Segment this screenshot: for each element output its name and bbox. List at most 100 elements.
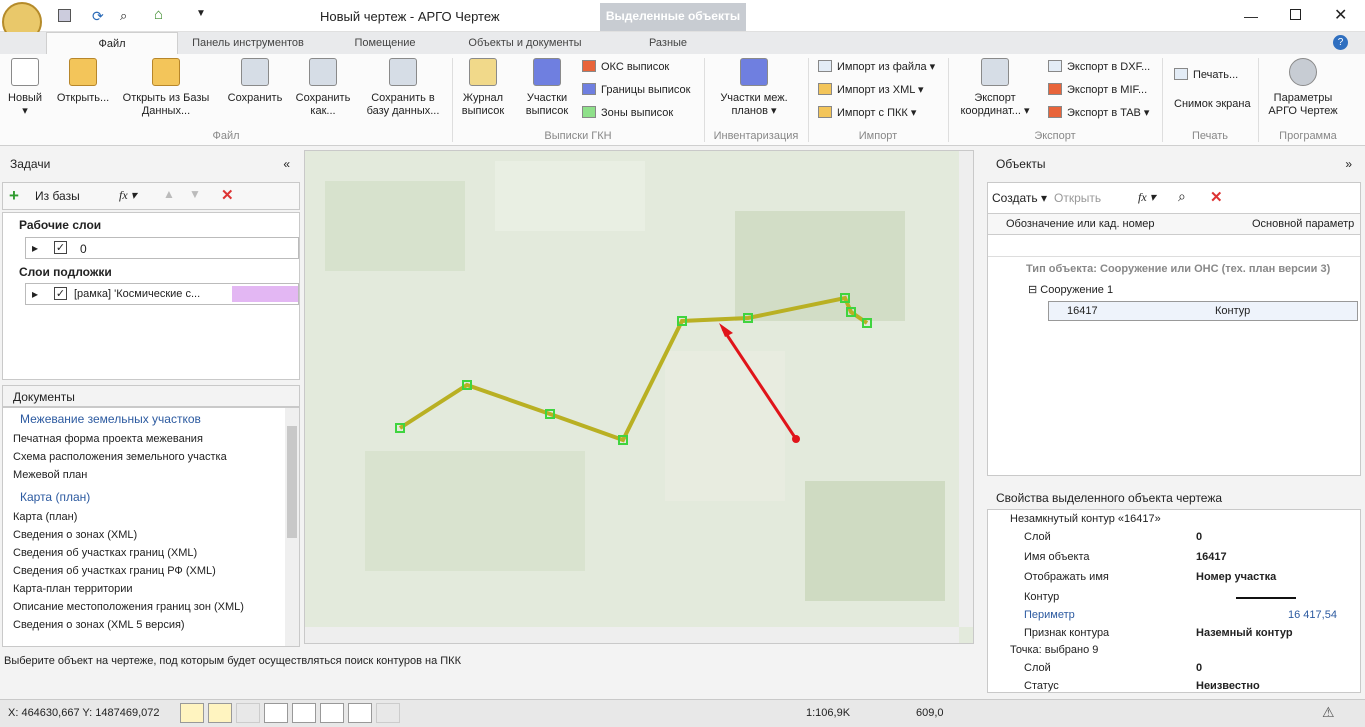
work-layers-title: Рабочие слои — [19, 218, 102, 232]
documents-scrollbar[interactable] — [285, 408, 299, 646]
parcels-button[interactable]: Участки выписок — [516, 54, 578, 118]
open-db-button[interactable]: Открыть из Базы Данных... — [120, 54, 212, 118]
snap-icon[interactable] — [376, 703, 400, 723]
bounds-button[interactable]: Границы выписок — [582, 83, 690, 96]
snap-icon[interactable] — [292, 703, 316, 723]
prop-value[interactable]: Номер участка — [1196, 571, 1276, 583]
map-vscrollbar[interactable] — [959, 151, 974, 627]
close-icon[interactable]: ✕ — [1334, 5, 1347, 25]
column-designation[interactable]: Обозначение или кад. номер — [1006, 218, 1155, 230]
save-button[interactable]: Сохранить — [224, 54, 286, 105]
doc-item[interactable]: Карта (план) — [13, 511, 77, 523]
map-canvas[interactable] — [304, 150, 974, 644]
column-main-param[interactable]: Основной параметр — [1252, 218, 1354, 230]
snap-icon[interactable] — [348, 703, 372, 723]
export-tab-button[interactable]: Экспорт в TAB ▾ — [1048, 106, 1149, 119]
refresh-icon[interactable]: ⟳ — [92, 8, 104, 25]
layer-color-swatch[interactable] — [232, 286, 298, 302]
prop-value[interactable]: Наземный контур — [1196, 627, 1293, 639]
snap-icon[interactable] — [320, 703, 344, 723]
from-db-button[interactable]: Из базы — [35, 189, 80, 203]
maximize-icon[interactable] — [1290, 9, 1301, 20]
doc-item[interactable]: Печатная форма проекта межевания — [13, 433, 203, 445]
open-button[interactable]: Открыть... — [50, 54, 116, 105]
prop-value[interactable]: 16417 — [1196, 551, 1227, 563]
qat-dropdown-icon[interactable]: ▼ — [196, 8, 206, 19]
prop-value[interactable]: 0 — [1196, 531, 1202, 543]
up-icon[interactable]: ▲ — [163, 187, 175, 201]
map-svg[interactable] — [305, 151, 974, 644]
prop-value[interactable]: 0 — [1196, 662, 1202, 674]
print-button[interactable]: Печать... — [1174, 68, 1238, 81]
create-button[interactable]: Создать ▾ — [992, 191, 1047, 205]
snap-icon[interactable] — [208, 703, 232, 723]
prop-name: Статус — [1024, 680, 1059, 692]
snap-icon[interactable] — [236, 703, 260, 723]
down-icon[interactable]: ▼ — [189, 187, 201, 201]
tab-misc[interactable]: Разные — [630, 32, 706, 54]
structure-row[interactable]: ⊟ Сооружение 1 — [1028, 283, 1113, 296]
snap-icon[interactable] — [180, 703, 204, 723]
tab-file[interactable]: Файл — [46, 32, 178, 54]
collapse-left-icon[interactable]: « — [283, 150, 290, 178]
oks-button[interactable]: ОКС выписок — [582, 60, 669, 73]
doc-item[interactable]: Описание местоположения границ зон (XML) — [13, 601, 244, 613]
floppy-db-icon — [389, 58, 417, 86]
zoom-icon[interactable]: ⌕ — [120, 8, 127, 24]
work-layer-row[interactable]: ▸ ✓ 0 — [25, 237, 299, 259]
minimize-icon[interactable]: — — [1244, 8, 1258, 24]
doc-item[interactable]: Сведения о зонах (XML) — [13, 529, 137, 541]
export-dxf-button[interactable]: Экспорт в DXF... — [1048, 60, 1150, 73]
collapse-right-icon[interactable]: » — [1345, 150, 1352, 178]
save-db-button[interactable]: Сохранить в базу данных... — [360, 54, 446, 118]
open-object-button[interactable]: Открыть — [1054, 191, 1101, 205]
inventory-plans-button[interactable]: Участки меж. планов ▾ — [708, 54, 800, 118]
delete-icon[interactable]: ✕ — [221, 186, 234, 204]
params-button[interactable]: Параметры АРГО Чертеж — [1262, 54, 1344, 118]
snap-icon[interactable] — [264, 703, 288, 723]
doc-item[interactable]: Карта-план территории — [13, 583, 133, 595]
delete-icon[interactable]: ✕ — [1210, 188, 1223, 206]
import-xml-button[interactable]: Импорт из XML ▾ — [818, 83, 924, 96]
journal-button[interactable]: Журнал выписок — [456, 54, 510, 118]
checkbox[interactable]: ✓ — [54, 287, 67, 300]
fx-button[interactable]: fx ▾ — [1138, 190, 1156, 205]
screenshot-button[interactable]: Снимок экрана — [1174, 98, 1251, 110]
home-icon[interactable]: ⌂ — [154, 6, 163, 23]
prop-value[interactable]: 16 417,54 — [1288, 609, 1337, 621]
doc-item[interactable]: Межевой план — [13, 469, 87, 481]
tab-objects-docs[interactable]: Объекты и документы — [450, 32, 600, 54]
search-icon[interactable]: ⌕ — [1178, 188, 1186, 205]
contour-line-sample[interactable] — [1236, 597, 1296, 599]
map-hscrollbar[interactable] — [305, 627, 959, 644]
tab-room[interactable]: Помещение — [340, 32, 430, 54]
import-pkk-button[interactable]: Импорт с ПКК ▾ — [818, 106, 916, 119]
journal-icon — [469, 58, 497, 86]
prop-value[interactable]: Неизвестно — [1196, 680, 1260, 692]
doc-item[interactable]: Схема расположения земельного участка — [13, 451, 227, 463]
add-icon[interactable]: + — [9, 186, 19, 206]
context-tab-selected-objects[interactable]: Выделенные объекты — [600, 3, 746, 31]
doc-item[interactable]: Сведения о зонах (XML 5 версия) — [13, 619, 185, 631]
base-layer-row[interactable]: ▸ ✓ [рамка] 'Космические с... — [25, 283, 299, 305]
selected-object-row[interactable]: 16417 Контур — [1048, 301, 1358, 321]
fx-button[interactable]: fx ▾ — [119, 188, 137, 203]
filter-row[interactable] — [988, 235, 1360, 257]
new-button[interactable]: Новый ▾ — [4, 54, 46, 118]
group-row[interactable]: Тип объекта: Сооружение или ОНС (тех. пл… — [1026, 263, 1330, 275]
export-mif-button[interactable]: Экспорт в MIF... — [1048, 83, 1147, 96]
help-icon[interactable]: ? — [1333, 35, 1348, 50]
save-quick-icon[interactable] — [58, 9, 71, 22]
prop-name: Слой — [1024, 531, 1051, 543]
doc-item[interactable]: Сведения об участках границ РФ (XML) — [13, 565, 216, 577]
checkbox[interactable]: ✓ — [54, 241, 67, 254]
import-file-button[interactable]: Импорт из файла ▾ — [818, 60, 935, 73]
group-program-label: Программа — [1279, 130, 1337, 142]
zones-button[interactable]: Зоны выписок — [582, 106, 673, 119]
doc-item[interactable]: Сведения об участках границ (XML) — [13, 547, 197, 559]
warning-icon[interactable]: ⚠ — [1322, 704, 1335, 721]
export-coords-button[interactable]: Экспорт координат... ▾ — [952, 54, 1038, 118]
tab-toolbar[interactable]: Панель инструментов — [178, 32, 318, 54]
save-as-button[interactable]: Сохранить как... — [292, 54, 354, 118]
objects-grid-header: Обозначение или кад. номер Основной пара… — [988, 213, 1360, 235]
